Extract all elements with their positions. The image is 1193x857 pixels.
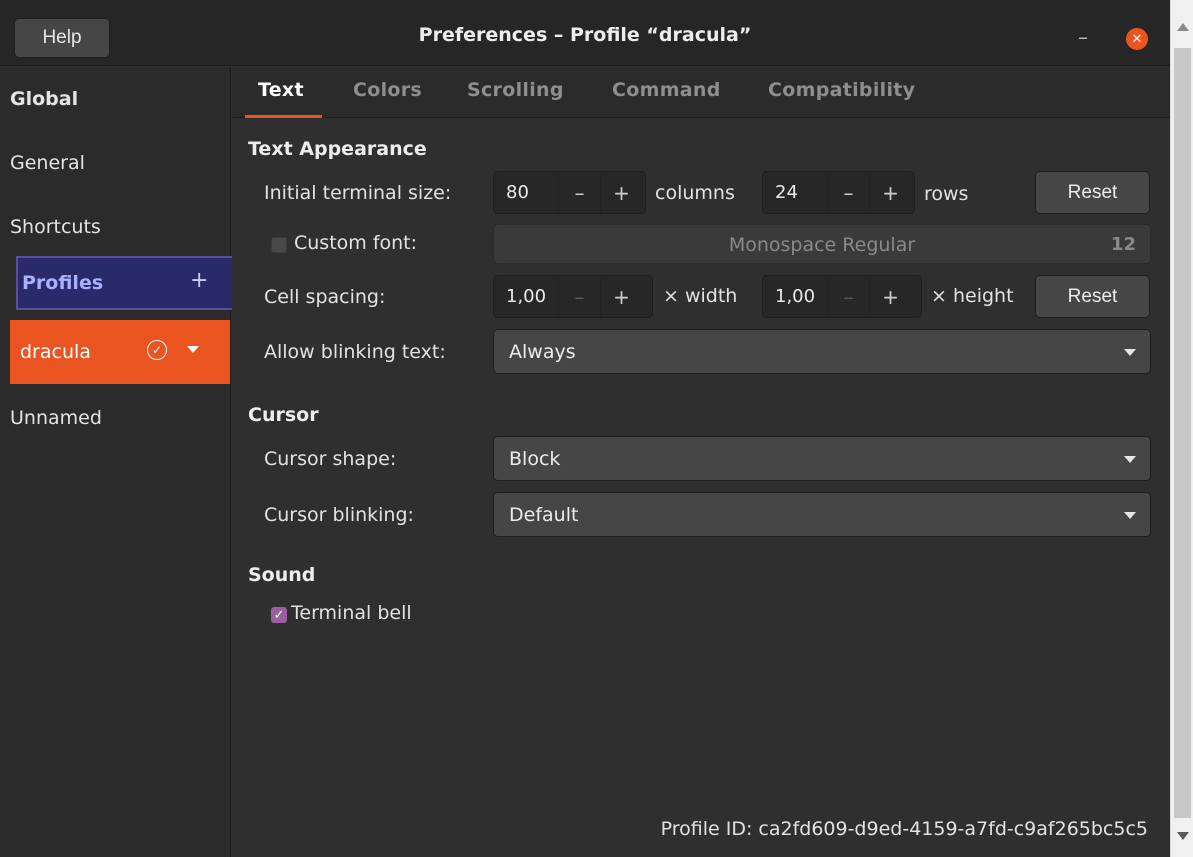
- cursor-shape-label: Cursor shape:: [264, 448, 397, 470]
- blinking-text-dropdown[interactable]: Always: [493, 329, 1151, 374]
- custom-font-checkbox[interactable]: [271, 237, 287, 253]
- sidebar-item-label: Shortcuts: [10, 216, 101, 238]
- rows-value[interactable]: 24: [763, 182, 827, 203]
- cursor-blinking-label: Cursor blinking:: [264, 504, 414, 526]
- cursor-shape-dropdown[interactable]: Block: [493, 436, 1151, 481]
- sidebar-item-dracula[interactable]: dracula ✓: [10, 320, 230, 384]
- sidebar-item-label: General: [10, 152, 85, 174]
- text-tab-content: Text Appearance Initial terminal size: 8…: [232, 118, 1170, 857]
- preferences-window: Help Preferences – Profile “dracula” – ✕…: [0, 0, 1170, 857]
- scroll-up-icon[interactable]: [1177, 23, 1189, 31]
- font-size: 12: [1110, 234, 1136, 255]
- cell-height-decrease-button[interactable]: –: [827, 276, 869, 317]
- size-reset-button[interactable]: Reset: [1035, 171, 1150, 214]
- sidebar: Global General Shortcuts Profiles + drac…: [0, 67, 238, 857]
- rows-increase-button[interactable]: +: [869, 172, 911, 213]
- cell-height-value[interactable]: 1,00: [763, 286, 827, 307]
- font-name: Monospace Regular: [728, 234, 916, 256]
- width-unit-label: × width: [663, 285, 738, 307]
- tab-command[interactable]: Command: [612, 79, 721, 101]
- sidebar-item-label: Global: [10, 88, 79, 110]
- cell-width-value[interactable]: 1,00: [494, 286, 558, 307]
- blinking-text-label: Allow blinking text:: [264, 341, 446, 363]
- sidebar-item-label: dracula: [20, 341, 91, 363]
- chevron-down-icon: [1124, 512, 1136, 519]
- initial-size-label: Initial terminal size:: [264, 182, 452, 204]
- height-unit-label: × height: [931, 285, 1014, 307]
- cell-height-spinbutton[interactable]: 1,00 – +: [762, 275, 922, 318]
- cell-width-spinbutton[interactable]: 1,00 – +: [493, 275, 653, 318]
- cursor-blinking-dropdown[interactable]: Default: [493, 492, 1151, 537]
- sidebar-item-label: Profiles: [22, 272, 104, 294]
- default-profile-check-icon: ✓: [147, 340, 167, 360]
- chevron-down-icon: [1124, 456, 1136, 463]
- tab-bar: Text Colors Scrolling Command Compatibil…: [232, 67, 1170, 118]
- columns-increase-button[interactable]: +: [600, 172, 642, 213]
- scroll-down-icon[interactable]: [1177, 832, 1189, 840]
- cell-width-decrease-button[interactable]: –: [558, 276, 600, 317]
- profile-id-label: Profile ID: ca2fd609-d9ed-4159-a7fd-c9af…: [660, 818, 1148, 840]
- custom-font-label: Custom font:: [294, 232, 418, 254]
- cell-width-increase-button[interactable]: +: [600, 276, 642, 317]
- tab-scrolling[interactable]: Scrolling: [467, 79, 564, 101]
- section-cursor: Cursor: [248, 404, 319, 426]
- page-scrollbar[interactable]: [1170, 0, 1193, 857]
- cell-height-increase-button[interactable]: +: [869, 276, 911, 317]
- scrollbar-thumb[interactable]: [1174, 48, 1191, 818]
- cell-spacing-label: Cell spacing:: [264, 286, 386, 308]
- font-chooser-button[interactable]: Monospace Regular 12: [493, 224, 1151, 264]
- tab-colors[interactable]: Colors: [353, 79, 422, 101]
- title-bar: Help Preferences – Profile “dracula” – ✕: [0, 0, 1170, 66]
- tab-text[interactable]: Text: [258, 79, 304, 101]
- sidebar-item-general[interactable]: General: [0, 131, 231, 195]
- checkmark-icon: ✓: [273, 607, 285, 623]
- columns-unit-label: columns: [655, 182, 735, 204]
- rows-decrease-button[interactable]: –: [827, 172, 869, 213]
- sidebar-item-unnamed[interactable]: Unnamed: [0, 386, 231, 450]
- rows-spinbutton[interactable]: 24 – +: [762, 171, 915, 214]
- spacing-reset-button[interactable]: Reset: [1035, 275, 1150, 318]
- close-button[interactable]: ✕: [1126, 28, 1148, 50]
- chevron-down-icon: [1124, 349, 1136, 356]
- section-text-appearance: Text Appearance: [248, 138, 427, 160]
- rows-unit-label: rows: [924, 183, 969, 205]
- columns-value[interactable]: 80: [494, 182, 558, 203]
- sidebar-item-profiles[interactable]: Profiles +: [16, 256, 238, 310]
- close-icon: ✕: [1131, 31, 1143, 47]
- tab-compatibility[interactable]: Compatibility: [768, 79, 915, 101]
- blinking-text-value: Always: [509, 341, 576, 363]
- cursor-blinking-value: Default: [509, 504, 579, 526]
- minimize-button[interactable]: –: [1073, 22, 1093, 52]
- add-profile-icon[interactable]: +: [190, 268, 208, 293]
- section-sound: Sound: [248, 564, 316, 586]
- terminal-bell-label[interactable]: Terminal bell: [291, 602, 412, 624]
- profile-menu-arrow-icon[interactable]: [187, 346, 199, 353]
- sidebar-item-global: Global: [0, 67, 231, 131]
- terminal-bell-checkbox[interactable]: ✓: [271, 607, 287, 623]
- cursor-shape-value: Block: [509, 448, 561, 470]
- sidebar-item-label: Unnamed: [10, 407, 102, 429]
- columns-spinbutton[interactable]: 80 – +: [493, 171, 646, 214]
- columns-decrease-button[interactable]: –: [558, 172, 600, 213]
- window-title: Preferences – Profile “dracula”: [418, 24, 752, 46]
- sidebar-item-shortcuts[interactable]: Shortcuts: [0, 195, 231, 259]
